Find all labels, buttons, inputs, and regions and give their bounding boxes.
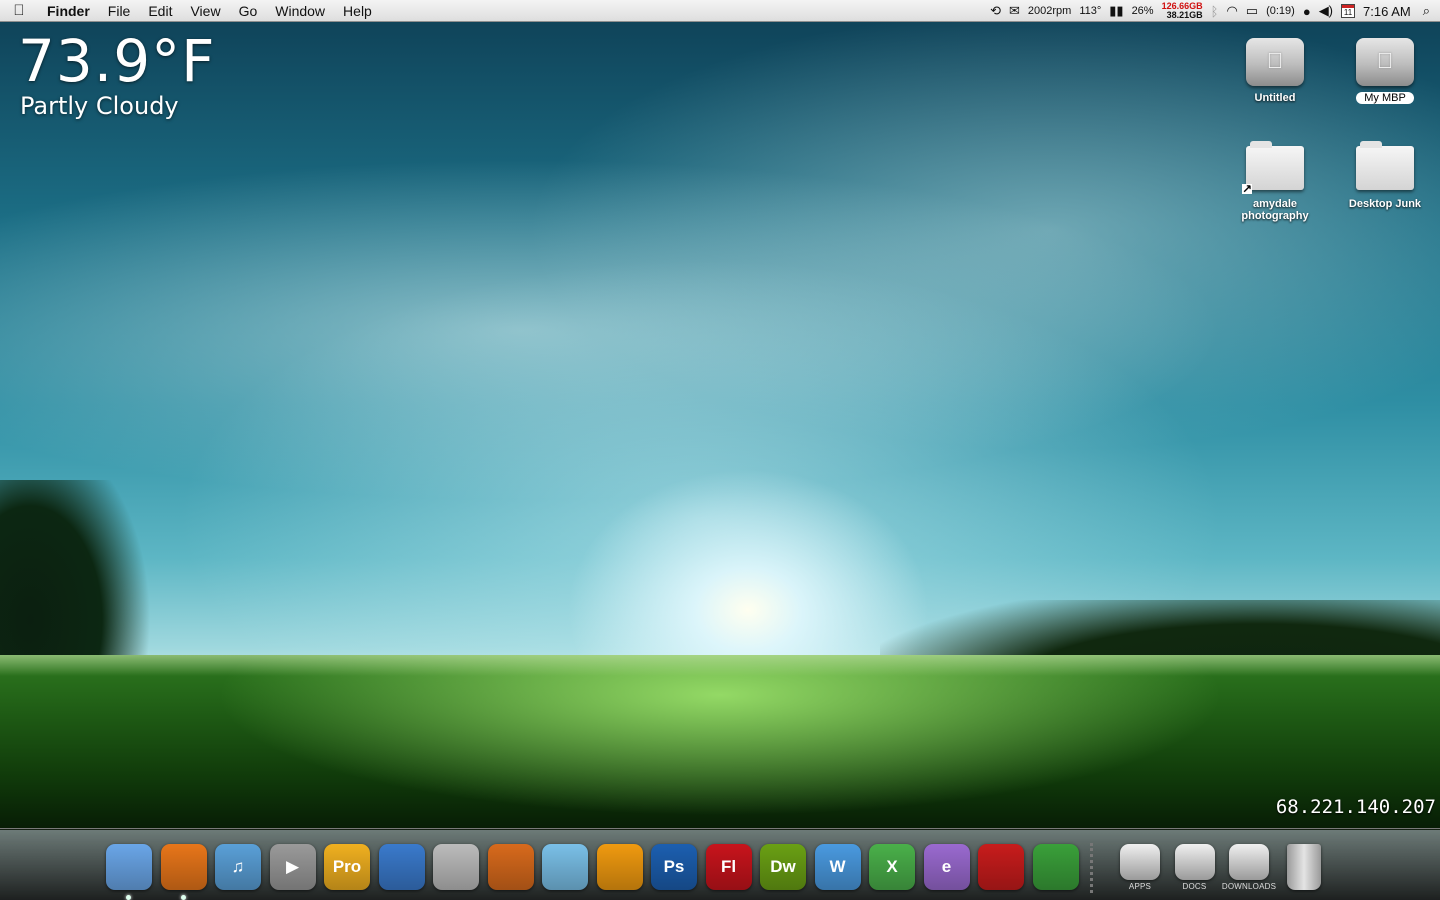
itunes-icon: ♫ bbox=[215, 844, 261, 890]
menu-window[interactable]: Window bbox=[266, 0, 334, 22]
spotlight-search-icon[interactable]: ⌕ bbox=[1423, 3, 1430, 19]
dock-stack-label: APPS bbox=[1128, 881, 1152, 891]
desktop-folder-amydale-photography[interactable]: ↗ amydale photography bbox=[1225, 141, 1325, 222]
folder-icon: ↗ bbox=[1242, 141, 1304, 195]
dock-item[interactable]: Dw bbox=[757, 841, 809, 893]
cyberduck-icon bbox=[378, 844, 425, 890]
ip-address-display: 68.221.140.207 bbox=[1275, 796, 1436, 818]
alias-arrow-icon: ↗ bbox=[1242, 182, 1253, 196]
menu-edit[interactable]: Edit bbox=[139, 0, 181, 22]
pro-app-icon: Pro bbox=[324, 844, 370, 890]
dock-item[interactable]: Pro bbox=[321, 841, 373, 893]
desktop-icon-label: Untitled bbox=[1254, 92, 1296, 104]
dock-item[interactable] bbox=[103, 841, 155, 900]
battery-icon[interactable]: ▭ bbox=[1246, 3, 1258, 19]
photoshop-icon: Ps bbox=[651, 844, 697, 890]
flash-icon: Fl bbox=[705, 844, 752, 890]
app-w-icon: W bbox=[814, 844, 861, 890]
disk-usage[interactable]: 126.66GB 38.21GB bbox=[1162, 2, 1203, 20]
calendar-icon[interactable]: 11 bbox=[1341, 4, 1356, 18]
menu-clock[interactable]: 7:16 AM bbox=[1363, 4, 1411, 19]
disk-free: 38.21GB bbox=[1166, 10, 1203, 20]
desktop-folder-desktop-junk[interactable]: Desktop Junk bbox=[1335, 141, 1435, 210]
santa-app-icon bbox=[978, 844, 1024, 890]
dock-item[interactable]: Fl bbox=[703, 841, 755, 893]
dock-item[interactable] bbox=[158, 841, 210, 900]
wifi-icon[interactable]: ◠ bbox=[1226, 3, 1237, 19]
runner-app-icon bbox=[596, 844, 643, 890]
volume-icon[interactable]: ◀) bbox=[1319, 3, 1333, 19]
apps-stack-icon bbox=[1120, 843, 1160, 880]
dock: ♫ ▶ Pro Ps Fl Dw W Xe APPS DOCS DOWNLOADS bbox=[0, 828, 1440, 900]
dock-item[interactable]: ▶ bbox=[267, 841, 319, 893]
dock-stack[interactable]: APPS bbox=[1114, 841, 1166, 893]
dock-stack[interactable]: DOWNLOADS bbox=[1221, 841, 1277, 893]
wallpaper-grass bbox=[0, 655, 1440, 830]
weather-widget: 73.9°F Partly Cloudy bbox=[18, 30, 216, 120]
cpu-usage[interactable]: 26% bbox=[1132, 5, 1154, 17]
dock-stack-label: DOCS bbox=[1182, 881, 1207, 891]
running-indicator bbox=[180, 895, 186, 900]
dock-item[interactable]: e bbox=[921, 841, 973, 893]
sims-icon bbox=[1032, 844, 1079, 890]
weather-temperature: 73.9°F bbox=[18, 27, 216, 95]
downloads-stack-icon bbox=[1229, 843, 1269, 880]
dock-item[interactable]: W bbox=[812, 841, 864, 893]
docs-stack-icon bbox=[1174, 843, 1215, 880]
desktop-drive-my-mbp[interactable]:  My MBP bbox=[1335, 38, 1435, 104]
menu-file[interactable]: File bbox=[99, 0, 140, 22]
running-indicator bbox=[126, 895, 131, 900]
menu-finder[interactable]: Finder bbox=[38, 0, 99, 22]
dock-items: ♫ ▶ Pro Ps Fl Dw W Xe APPS DOCS DOWNLOADS bbox=[103, 837, 1332, 900]
dock-stack-label: DOWNLOADS bbox=[1221, 881, 1277, 891]
dock-item[interactable]: ♫ bbox=[212, 841, 264, 893]
menu-go[interactable]: Go bbox=[230, 0, 267, 22]
dock-item[interactable] bbox=[485, 841, 537, 893]
dock-item[interactable] bbox=[975, 841, 1027, 893]
video-player-icon: ▶ bbox=[269, 844, 316, 890]
weather-condition: Partly Cloudy bbox=[20, 92, 179, 120]
mail-timer-icon bbox=[542, 844, 588, 890]
battery-time[interactable]: (0:19) bbox=[1266, 5, 1295, 17]
dock-item[interactable] bbox=[594, 841, 646, 893]
trash-icon bbox=[1286, 844, 1321, 890]
desktop-icon-label: amydale photography bbox=[1241, 198, 1309, 222]
menu-help[interactable]: Help bbox=[334, 0, 381, 22]
dock-item[interactable] bbox=[1030, 841, 1082, 893]
firefox-icon bbox=[160, 844, 207, 890]
cpu-meter-icon[interactable]: ▮▮ bbox=[1109, 3, 1123, 19]
menu-view[interactable]: View bbox=[181, 0, 229, 22]
desktop-icon-label: My MBP bbox=[1356, 92, 1414, 104]
status-area: ⟲ ✉ 2002rpm 113° ▮▮ 26% 126.66GB 38.21GB… bbox=[986, 0, 1440, 22]
dock-item[interactable]: X bbox=[866, 841, 918, 893]
cpu-temp[interactable]: 113° bbox=[1079, 5, 1101, 17]
dock-item[interactable]: Ps bbox=[648, 841, 700, 893]
fan-speed[interactable]: 2002rpm bbox=[1028, 5, 1071, 17]
hard-drive-icon:  bbox=[1246, 38, 1304, 86]
dock-item[interactable] bbox=[539, 841, 591, 893]
mail-icon[interactable]: ✉ bbox=[1009, 3, 1020, 19]
dock-item[interactable] bbox=[430, 841, 482, 893]
app-e-icon: e bbox=[923, 844, 970, 890]
dock-separator bbox=[1090, 843, 1104, 893]
shield-app-icon bbox=[433, 844, 479, 890]
folder-icon bbox=[1356, 141, 1414, 190]
hard-drive-icon:  bbox=[1356, 38, 1414, 86]
bluetooth-icon[interactable]: ᛒ bbox=[1211, 4, 1219, 19]
dock-stack[interactable]: DOCS bbox=[1169, 841, 1221, 893]
desktop-drive-untitled[interactable]:  Untitled bbox=[1225, 38, 1325, 104]
desktop-icon-label: Desktop Junk bbox=[1348, 198, 1422, 210]
apple-menu-icon[interactable]:  bbox=[0, 2, 38, 19]
user-icon[interactable]: ● bbox=[1303, 4, 1311, 19]
app-x-icon: X bbox=[869, 844, 915, 890]
dock-item[interactable] bbox=[1278, 841, 1330, 893]
menu-bar:  Finder File Edit View Go Window Help ⟲… bbox=[0, 0, 1440, 22]
sync-icon[interactable]: ⟲ bbox=[990, 3, 1001, 19]
dreamweaver-icon: Dw bbox=[760, 844, 806, 890]
reason-icon bbox=[487, 844, 534, 890]
dock-item[interactable] bbox=[376, 841, 428, 893]
finder-icon bbox=[106, 844, 152, 890]
